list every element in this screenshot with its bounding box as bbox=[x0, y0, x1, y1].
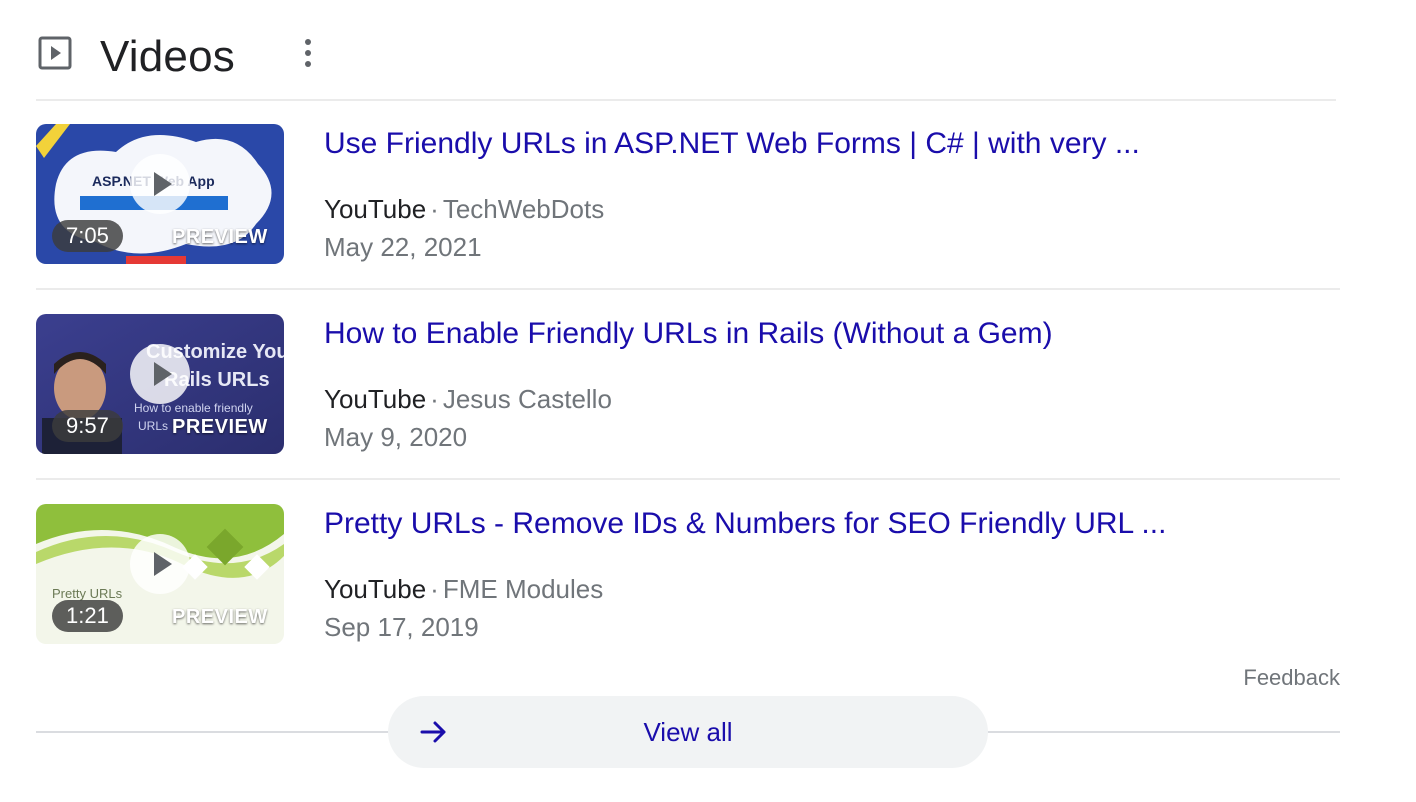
header-divider bbox=[36, 99, 1336, 101]
more-vert-icon[interactable] bbox=[300, 36, 316, 70]
meta-separator: · bbox=[430, 384, 439, 414]
feedback-link[interactable]: Feedback bbox=[1243, 664, 1340, 692]
meta-separator: · bbox=[430, 194, 439, 224]
play-button[interactable] bbox=[130, 344, 190, 404]
preview-label: PREVIEW bbox=[172, 226, 268, 248]
video-title-link[interactable]: Pretty URLs - Remove IDs & Numbers for S… bbox=[324, 506, 1166, 542]
video-date: Sep 17, 2019 bbox=[324, 612, 479, 642]
duration-badge: 1:21 bbox=[52, 600, 123, 632]
thumbnail-caption: Pretty URLs bbox=[52, 586, 123, 601]
meta-separator: · bbox=[430, 574, 439, 604]
video-result[interactable]: ASP.NET Web App 7:05 PREVIEW Use Friendl… bbox=[36, 124, 1340, 264]
video-play-icon bbox=[38, 36, 72, 70]
result-divider bbox=[36, 288, 1340, 290]
duration-badge: 9:57 bbox=[52, 410, 123, 442]
video-date: May 9, 2020 bbox=[324, 422, 468, 452]
video-thumbnail[interactable]: ASP.NET Web App 7:05 PREVIEW bbox=[36, 124, 284, 264]
play-button[interactable] bbox=[130, 534, 190, 594]
play-button[interactable] bbox=[130, 154, 190, 214]
video-channel: Jesus Castello bbox=[442, 384, 612, 414]
thumbnail-caption: URLs bbox=[138, 419, 168, 433]
view-all-button[interactable]: View all bbox=[388, 696, 988, 768]
video-result[interactable]: Pretty URLs 1:21 PREVIEW Pretty URLs - R… bbox=[36, 504, 1340, 644]
video-channel: TechWebDots bbox=[442, 194, 605, 224]
video-title-link[interactable]: Use Friendly URLs in ASP.NET Web Forms |… bbox=[324, 126, 1140, 162]
video-source: YouTube bbox=[324, 574, 427, 604]
view-all-label: View all bbox=[643, 717, 733, 747]
video-meta: YouTube · TechWebDots bbox=[324, 194, 604, 224]
duration-badge: 7:05 bbox=[52, 220, 123, 252]
video-meta: YouTube · FME Modules bbox=[324, 574, 603, 604]
video-channel: FME Modules bbox=[442, 574, 604, 604]
result-divider bbox=[36, 478, 1340, 480]
video-title-link[interactable]: How to Enable Friendly URLs in Rails (Wi… bbox=[324, 316, 1053, 352]
section-title: Videos bbox=[100, 32, 235, 81]
video-thumbnail[interactable]: Customize Your Rails URLs How to enable … bbox=[36, 314, 284, 454]
video-date: May 22, 2021 bbox=[324, 232, 482, 262]
video-result[interactable]: Customize Your Rails URLs How to enable … bbox=[36, 314, 1340, 454]
video-source: YouTube bbox=[324, 194, 427, 224]
videos-header: Videos bbox=[36, 24, 1340, 84]
video-meta: YouTube · Jesus Castello bbox=[324, 384, 612, 414]
preview-label: PREVIEW bbox=[172, 416, 268, 438]
video-source: YouTube bbox=[324, 384, 427, 414]
video-thumbnail[interactable]: Pretty URLs 1:21 PREVIEW bbox=[36, 504, 284, 644]
preview-label: PREVIEW bbox=[172, 606, 268, 628]
